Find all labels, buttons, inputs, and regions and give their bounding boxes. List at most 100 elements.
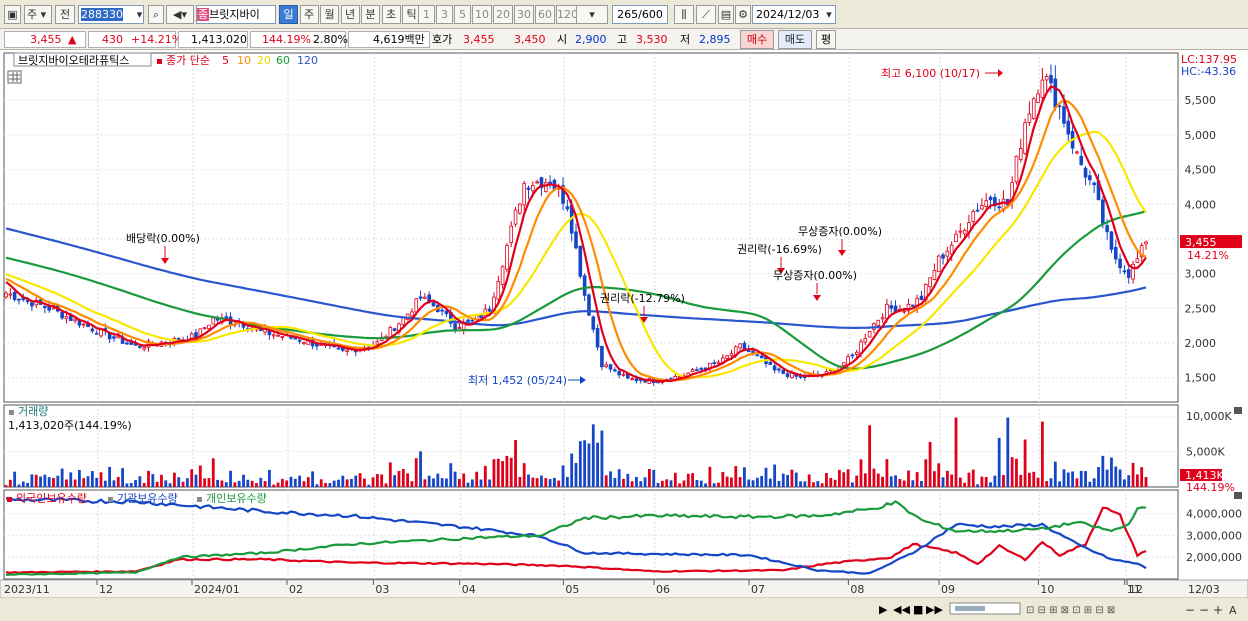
interval-button-120[interactable]: 120 — [556, 5, 578, 24]
interval-button-60[interactable]: 60 — [535, 5, 555, 24]
period-tab-4[interactable]: 분 — [361, 5, 380, 24]
candle-body — [112, 336, 116, 339]
volume-bar — [660, 480, 664, 487]
ma60-label[interactable]: 60 — [276, 54, 290, 67]
chevron-down-icon[interactable]: ▾ — [133, 6, 146, 23]
candle-body — [932, 270, 937, 280]
ma10-label[interactable]: 10 — [237, 54, 251, 67]
candle-body — [902, 310, 906, 313]
candle-body — [142, 346, 146, 350]
interval-button-30[interactable]: 30 — [514, 5, 534, 24]
volume-bar — [21, 481, 25, 487]
x-tick-label: 09 — [941, 583, 955, 596]
volume-bar — [527, 474, 530, 487]
interval-button-1[interactable]: 1 — [418, 5, 435, 24]
holdings-marker-3: ▪ — [196, 494, 203, 505]
line-chart-icon[interactable]: ⟋ — [696, 5, 716, 24]
eval-button[interactable]: 평 — [816, 30, 836, 49]
interval-button-10[interactable]: 10 — [472, 5, 492, 24]
prev-button[interactable]: 전 — [55, 5, 75, 24]
zoom-out-icon[interactable]: − — [1185, 603, 1195, 617]
volume-bar — [501, 461, 504, 487]
candle-body — [17, 298, 21, 301]
volume-pane-close-icon[interactable] — [1234, 407, 1242, 414]
candle-icon[interactable]: ⫼ — [674, 5, 694, 24]
market-select[interactable]: 주 ▾ — [24, 5, 52, 24]
interval-button-20[interactable]: 20 — [493, 5, 513, 24]
period-tab-3[interactable]: 년 — [340, 5, 360, 24]
volume-bar — [332, 480, 336, 487]
volume-bar — [509, 457, 513, 487]
current-price: 3,455 — [30, 33, 62, 46]
volume-bar — [259, 477, 263, 487]
x-tick-label: 02 — [289, 583, 303, 596]
candle-body — [518, 203, 522, 214]
volume-bar — [479, 479, 483, 487]
zoom-tools-icon[interactable]: ⊡ ⊟ ⊞ ⊠ ⊡ ⊞ ⊟ ⊠ — [1026, 605, 1115, 616]
play-icon[interactable]: ▶ — [879, 603, 888, 616]
low-price: 2,895 — [699, 33, 731, 46]
price-tick: 2,500 — [1185, 302, 1217, 315]
zoom-reset-icon[interactable]: − — [1199, 603, 1209, 617]
volume-bar — [686, 473, 690, 487]
candle-body — [440, 309, 444, 312]
volume-bar — [371, 477, 375, 487]
table-icon[interactable] — [7, 70, 22, 84]
save-icon[interactable]: ▤ — [718, 5, 734, 24]
candle-body — [453, 323, 457, 330]
up-arrow-icon: ▲ — [68, 33, 77, 46]
candle-body — [1066, 120, 1071, 135]
buy-button[interactable]: 매수 — [740, 30, 774, 49]
interval-dropdown[interactable]: ▾ — [576, 5, 608, 24]
stock-chart[interactable]: 배당락(0.00%) 권리락(-12.79%) 권리락(-16.69%) 무상증자(0… — [0, 50, 1248, 621]
low-label: 저 — [680, 33, 691, 46]
stock-name-box[interactable]: 종브릿지바이 — [196, 5, 276, 24]
candle-body — [509, 225, 514, 244]
data-count[interactable]: 265/600 — [612, 5, 668, 24]
font-icon[interactable]: A — [1229, 604, 1237, 617]
search-icon[interactable]: ⌕ — [148, 5, 164, 24]
candle-body — [531, 185, 535, 192]
candle-body — [513, 209, 518, 225]
volume-bar — [492, 459, 496, 487]
x-tick-label: 05 — [565, 583, 579, 596]
volume-bar — [1071, 471, 1074, 487]
candle-body — [1014, 155, 1019, 183]
volume-bar — [423, 479, 427, 487]
speaker-icon[interactable]: ◀▾ — [166, 5, 194, 24]
volume-bar — [639, 481, 643, 487]
candle-body — [725, 355, 729, 359]
zoom-in-icon[interactable]: + — [1213, 603, 1223, 617]
period-tab-1[interactable]: 주 — [299, 5, 319, 24]
scroll-thumb[interactable] — [955, 606, 985, 611]
period-tab-2[interactable]: 월 — [320, 5, 339, 24]
rewind-icon[interactable]: ◀◀ — [893, 603, 910, 616]
candle-body — [496, 280, 501, 300]
interval-button-5[interactable]: 5 — [454, 5, 471, 24]
holdings-pane-close-icon[interactable] — [1234, 492, 1242, 499]
foreign-holdings-label[interactable]: 외국인보유수량 — [16, 492, 87, 505]
volume-bar — [941, 477, 945, 487]
volume-bar — [920, 480, 923, 487]
interval-button-3[interactable]: 3 — [436, 5, 453, 24]
candle-body — [401, 317, 406, 326]
candle-body — [608, 364, 613, 370]
candle-body — [936, 255, 941, 273]
volume-bar — [630, 481, 634, 487]
window-icon[interactable]: ▣ — [4, 5, 21, 24]
ma5-label[interactable]: 5 — [222, 54, 229, 67]
ma120-label[interactable]: 120 — [297, 54, 318, 67]
volume-bar — [1144, 476, 1148, 487]
forward-icon[interactable]: ▶▶ — [926, 603, 943, 616]
individual-holdings-label[interactable]: 개인보유수량 — [206, 492, 267, 505]
ma20-label[interactable]: 20 — [257, 54, 271, 67]
calendar-dropdown-icon[interactable]: ▾ — [822, 6, 836, 23]
period-tab-5[interactable]: 초 — [381, 5, 401, 24]
volume-bar — [1114, 466, 1118, 487]
sell-button[interactable]: 매도 — [778, 30, 812, 49]
gear-icon[interactable]: ⚙ — [735, 5, 751, 24]
volume-bar — [777, 480, 781, 487]
stop-icon[interactable]: ■ — [913, 603, 923, 616]
institution-holdings-label[interactable]: 기관보유수량 — [117, 492, 178, 505]
period-tab-0[interactable]: 일 — [279, 5, 298, 24]
